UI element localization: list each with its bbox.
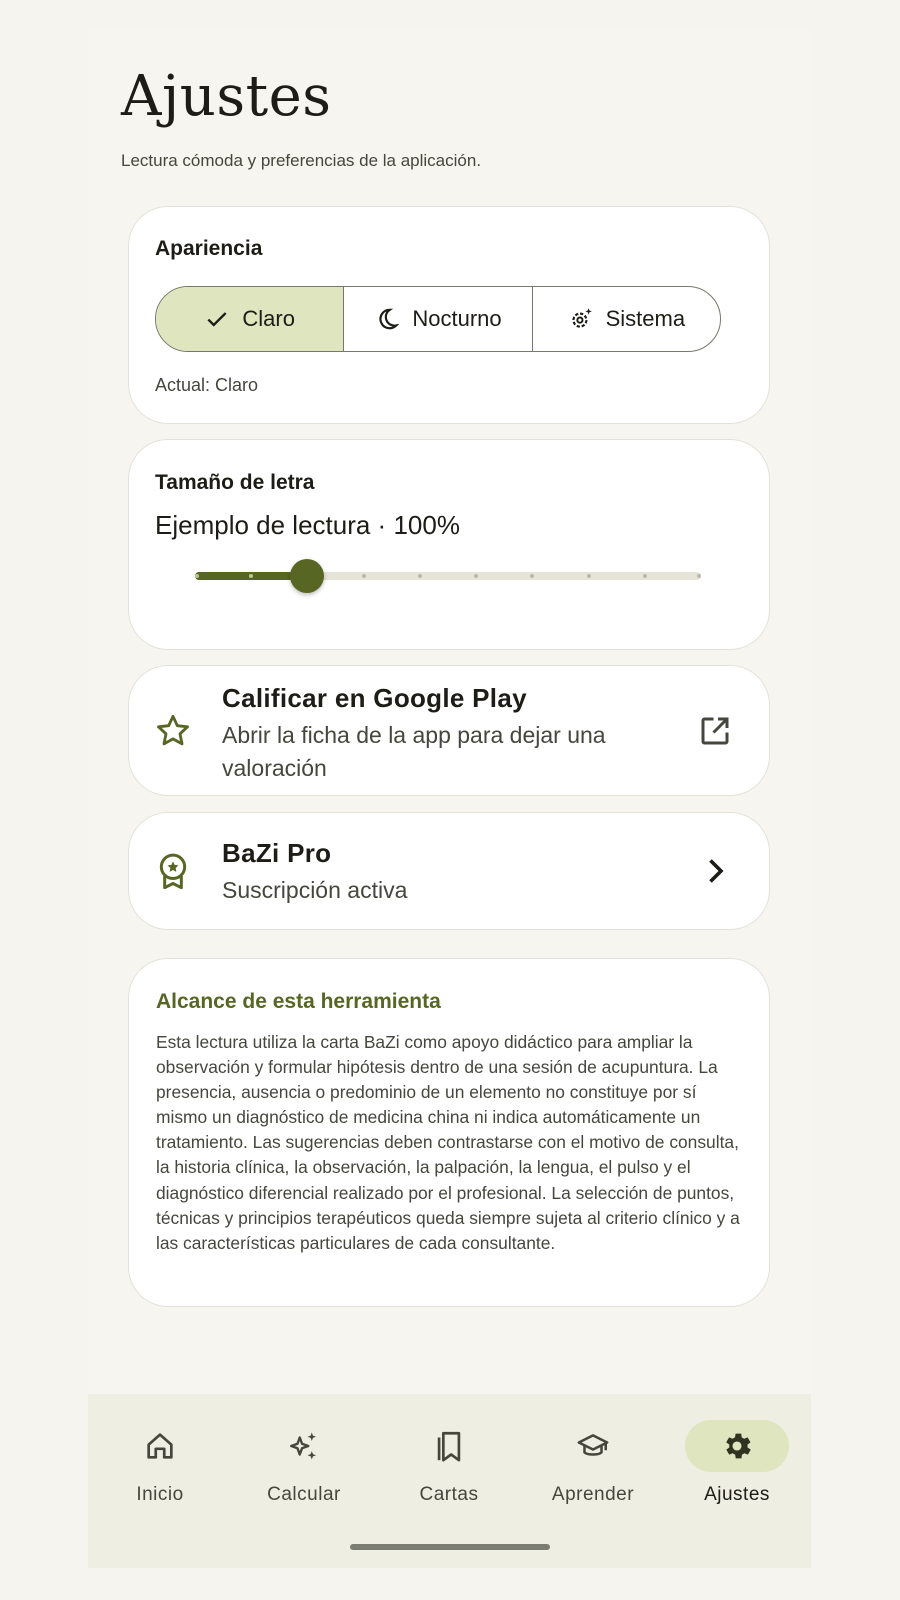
nav-indicator bbox=[397, 1420, 501, 1472]
slider-tick bbox=[642, 574, 647, 578]
theme-option-dark[interactable]: Nocturno bbox=[344, 287, 533, 351]
page-title: Ajustes bbox=[121, 64, 332, 129]
graduation-cap-icon bbox=[577, 1434, 609, 1456]
nav-label: Aprender bbox=[551, 1484, 635, 1505]
slider-tick bbox=[417, 574, 422, 578]
nav-item-ajustes[interactable]: Ajustes bbox=[682, 1420, 792, 1510]
font-sample-text: Ejemplo de lectura · 100% bbox=[155, 510, 460, 540]
nav-item-inicio[interactable]: Inicio bbox=[105, 1420, 215, 1510]
nav-label: Inicio bbox=[136, 1484, 184, 1505]
font-size-card: Tamaño de letra Ejemplo de lectura · 100… bbox=[128, 439, 770, 650]
bottom-navigation: Inicio Calcular Cartas Aprender Ajustes bbox=[88, 1394, 811, 1568]
home-icon bbox=[147, 1433, 173, 1459]
font-size-slider[interactable] bbox=[195, 558, 701, 594]
rate-app-row[interactable]: Calificar en Google Play Abrir la ficha … bbox=[128, 665, 770, 796]
slider-tick bbox=[361, 574, 366, 578]
nav-indicator-active bbox=[685, 1420, 789, 1472]
slider-tick bbox=[697, 574, 701, 578]
rate-subtitle: Abrir la ficha de la app para dejar una … bbox=[222, 722, 606, 781]
bazi-pro-row[interactable]: BaZi Pro Suscripción activa bbox=[128, 812, 770, 930]
auto-settings-icon bbox=[571, 308, 592, 328]
appearance-card: Apariencia Claro Nocturno Sistema Actual… bbox=[128, 206, 770, 424]
scope-card: Alcance de esta herramienta Esta lectura… bbox=[128, 958, 770, 1307]
pro-title: BaZi Pro bbox=[222, 838, 332, 868]
theme-option-label: Nocturno bbox=[412, 306, 502, 331]
nav-label: Calcular bbox=[267, 1484, 341, 1505]
scope-body: Esta lectura utiliza la carta BaZi como … bbox=[156, 1032, 740, 1253]
nav-label: Ajustes bbox=[704, 1484, 770, 1505]
open-in-new-icon bbox=[701, 717, 729, 745]
slider-thumb[interactable] bbox=[290, 559, 325, 593]
check-icon bbox=[207, 312, 227, 327]
nav-indicator bbox=[252, 1420, 356, 1472]
appearance-title: Apariencia bbox=[155, 237, 263, 260]
theme-option-label: Sistema bbox=[605, 306, 686, 331]
star-outline-icon bbox=[157, 714, 189, 746]
nav-item-aprender[interactable]: Aprender bbox=[538, 1420, 648, 1510]
theme-option-system[interactable]: Sistema bbox=[533, 287, 720, 351]
sparkles-icon bbox=[290, 1432, 317, 1460]
nav-indicator bbox=[541, 1420, 645, 1472]
gesture-home-bar[interactable] bbox=[350, 1544, 550, 1550]
font-size-title: Tamaño de letra bbox=[155, 471, 315, 494]
moon-icon bbox=[379, 308, 400, 330]
current-theme-text: Actual: Claro bbox=[155, 375, 259, 395]
nav-item-cartas[interactable]: Cartas bbox=[394, 1420, 504, 1510]
pro-subtitle: Suscripción activa bbox=[222, 877, 408, 903]
theme-segmented-control: Claro Nocturno Sistema bbox=[155, 286, 721, 352]
theme-option-light[interactable]: Claro bbox=[156, 287, 345, 351]
award-badge-icon bbox=[159, 853, 187, 890]
theme-option-label: Claro bbox=[242, 306, 295, 331]
slider-tick bbox=[195, 574, 199, 578]
nav-indicator bbox=[108, 1420, 212, 1472]
nav-item-calcular[interactable]: Calcular bbox=[249, 1420, 359, 1510]
chevron-right-icon bbox=[709, 859, 724, 883]
scope-title: Alcance de esta herramienta bbox=[156, 990, 441, 1013]
slider-track bbox=[195, 572, 701, 580]
bookmarks-icon bbox=[437, 1431, 461, 1462]
rate-title: Calificar en Google Play bbox=[222, 683, 527, 713]
nav-label: Cartas bbox=[419, 1484, 479, 1505]
gear-icon bbox=[726, 1433, 751, 1459]
slider-tick bbox=[586, 574, 591, 578]
page-subtitle: Lectura cómoda y preferencias de la apli… bbox=[121, 151, 482, 170]
